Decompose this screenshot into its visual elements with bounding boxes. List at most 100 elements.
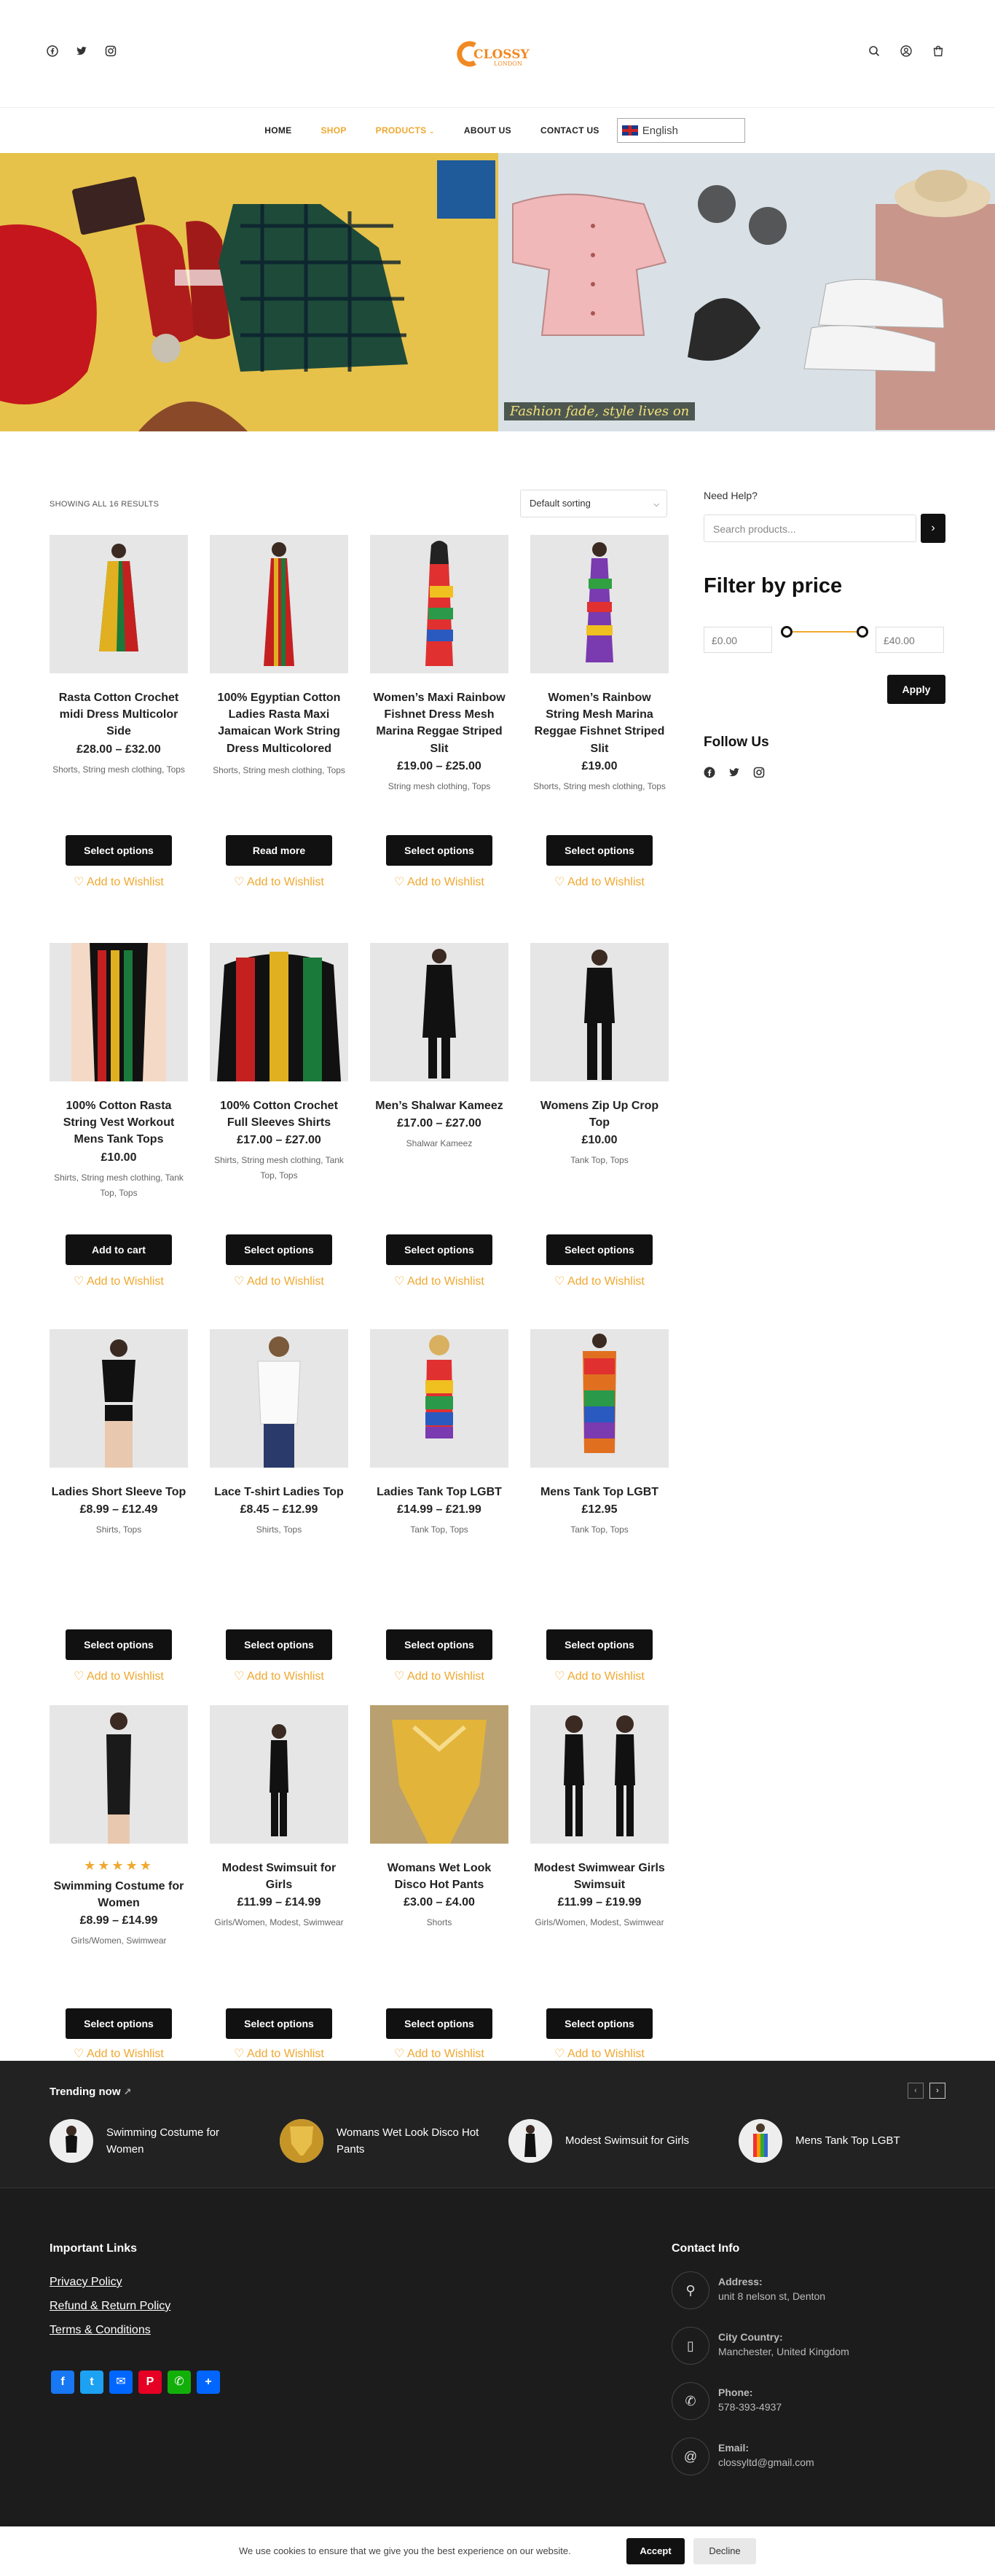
product-image[interactable] [210,1329,348,1468]
user-icon[interactable] [900,45,912,57]
apply-filter-button[interactable]: Apply [887,675,945,704]
product-categories[interactable]: Shirts, Tops [210,1522,348,1538]
product-name[interactable]: 100% Cotton Rasta String Vest Workout Me… [50,1097,188,1148]
add-to-wishlist[interactable]: ♡ Add to Wishlist [210,2046,348,2061]
price-max-handle[interactable] [857,626,868,638]
product-action-button[interactable]: Select options [386,1234,492,1265]
trending-item[interactable]: Mens Tank Top LGBT [739,2119,900,2163]
product-image[interactable] [50,1329,188,1468]
product-name[interactable]: Ladies Tank Top LGBT [370,1484,508,1500]
trending-item[interactable]: Womans Wet Look Disco Hot Pants [280,2119,482,2163]
product-image[interactable] [210,943,348,1081]
refund-policy-link[interactable]: Refund & Return Policy [50,2300,170,2313]
product-action-button[interactable]: Select options [546,835,653,866]
add-to-wishlist[interactable]: ♡ Add to Wishlist [50,1669,188,1683]
product-action-button[interactable]: Read more [226,835,332,866]
product-name[interactable]: Men’s Shalwar Kameez [370,1097,508,1114]
product-action-button[interactable]: Select options [546,2008,653,2039]
add-to-wishlist[interactable]: ♡ Add to Wishlist [530,2046,669,2061]
product-image[interactable] [50,1705,188,1844]
product-name[interactable]: Modest Swimwear Girls Swimsuit [530,1860,669,1893]
product-name[interactable]: 100% Egyptian Cotton Ladies Rasta Maxi J… [210,689,348,757]
terms-link[interactable]: Terms & Conditions [50,2324,151,2337]
product-image[interactable] [530,1329,669,1468]
product-categories[interactable]: Shorts [370,1915,508,1930]
product-categories[interactable]: Girls/Women, Swimwear [50,1933,188,1949]
nav-home[interactable]: HOME [264,125,291,136]
product-categories[interactable]: Shorts, String mesh clothing, Tops [210,763,348,778]
product-name[interactable]: 100% Cotton Crochet Full Sleeves Shirts [210,1097,348,1131]
add-to-wishlist[interactable]: ♡ Add to Wishlist [530,1669,669,1683]
product-name[interactable]: Women’s Maxi Rainbow Fishnet Dress Mesh … [370,689,508,757]
add-to-wishlist[interactable]: ♡ Add to Wishlist [370,2046,508,2061]
product-image[interactable] [370,1705,508,1844]
product-image[interactable] [50,943,188,1081]
nav-about[interactable]: ABOUT US [464,125,511,136]
product-categories[interactable]: Girls/Women, Modest, Swimwear [210,1915,348,1930]
product-action-button[interactable]: Select options [546,1629,653,1660]
nav-shop[interactable]: SHOP [320,125,346,136]
product-action-button[interactable]: Select options [226,2008,332,2039]
add-to-wishlist[interactable]: ♡ Add to Wishlist [210,874,348,889]
price-min-input[interactable]: £0.00 [704,627,772,653]
product-action-button[interactable]: Select options [226,1629,332,1660]
product-image[interactable] [530,943,669,1081]
twitter-icon[interactable]: t [80,2371,103,2394]
product-name[interactable]: Swimming Costume for Women [50,1878,188,1911]
product-name[interactable]: Rasta Cotton Crochet midi Dress Multicol… [50,689,188,740]
facebook-icon[interactable] [47,45,58,57]
product-categories[interactable]: Shalwar Kameez [370,1136,508,1151]
contact-value[interactable]: clossyltd@gmail.com [718,2456,814,2468]
site-logo[interactable]: CLOSSY LONDON [453,39,543,68]
whatsapp-icon[interactable]: ✆ [168,2371,191,2394]
product-action-button[interactable]: Select options [546,1234,653,1265]
product-name[interactable]: Women’s Rainbow String Mesh Marina Regga… [530,689,669,757]
add-to-wishlist[interactable]: ♡ Add to Wishlist [50,1274,188,1288]
trending-item[interactable]: Modest Swimsuit for Girls [508,2119,689,2163]
product-categories[interactable]: Shorts, String mesh clothing, Tops [50,762,188,778]
share-plus-icon[interactable]: + [197,2371,220,2394]
trending-item[interactable]: Swimming Costume for Women [50,2119,252,2163]
facebook-icon[interactable]: f [51,2371,74,2394]
product-action-button[interactable]: Select options [386,2008,492,2039]
cart-icon[interactable] [932,45,944,57]
cookie-accept-button[interactable]: Accept [626,2538,685,2564]
product-action-button[interactable]: Select options [66,1629,172,1660]
product-image[interactable] [530,1705,669,1844]
product-image[interactable] [370,943,508,1081]
add-to-wishlist[interactable]: ♡ Add to Wishlist [210,1669,348,1683]
product-categories[interactable]: Tank Top, Tops [370,1522,508,1538]
contact-value[interactable]: 578-393-4937 [718,2401,782,2413]
cookie-decline-button[interactable]: Decline [693,2538,756,2564]
product-image[interactable] [530,535,669,673]
product-name[interactable]: Womens Zip Up Crop Top [530,1097,669,1131]
product-image[interactable] [210,1705,348,1844]
price-range-slider[interactable] [781,626,868,638]
next-arrow-icon[interactable]: › [929,2083,945,2099]
facebook-icon[interactable] [704,767,715,778]
search-icon[interactable] [868,45,880,57]
instagram-icon[interactable] [753,767,765,778]
add-to-wishlist[interactable]: ♡ Add to Wishlist [530,1274,669,1288]
price-min-handle[interactable] [781,626,793,638]
nav-products[interactable]: PRODUCTS ⌄ [376,125,435,136]
sort-select[interactable]: Default sorting ⌵ [520,490,667,517]
add-to-wishlist[interactable]: ♡ Add to Wishlist [50,2046,188,2061]
add-to-wishlist[interactable]: ♡ Add to Wishlist [210,1274,348,1288]
product-action-button[interactable]: Select options [66,835,172,866]
privacy-policy-link[interactable]: Privacy Policy [50,2276,122,2289]
twitter-icon[interactable] [728,767,740,778]
product-name[interactable]: Lace T-shirt Ladies Top [210,1484,348,1500]
add-to-wishlist[interactable]: ♡ Add to Wishlist [370,1274,508,1288]
add-to-wishlist[interactable]: ♡ Add to Wishlist [530,874,669,889]
product-image[interactable] [210,535,348,673]
price-max-input[interactable]: £40.00 [876,627,944,653]
prev-arrow-icon[interactable]: ‹ [908,2083,924,2099]
product-categories[interactable]: Girls/Women, Modest, Swimwear [530,1915,669,1930]
product-name[interactable]: Ladies Short Sleeve Top [50,1484,188,1500]
product-action-button[interactable]: Select options [386,835,492,866]
product-categories[interactable]: Shirts, Tops [50,1522,188,1538]
product-search-input[interactable]: Search products... [704,514,916,542]
product-categories[interactable]: Shorts, String mesh clothing, Tops [530,779,669,794]
product-image[interactable] [370,1329,508,1468]
